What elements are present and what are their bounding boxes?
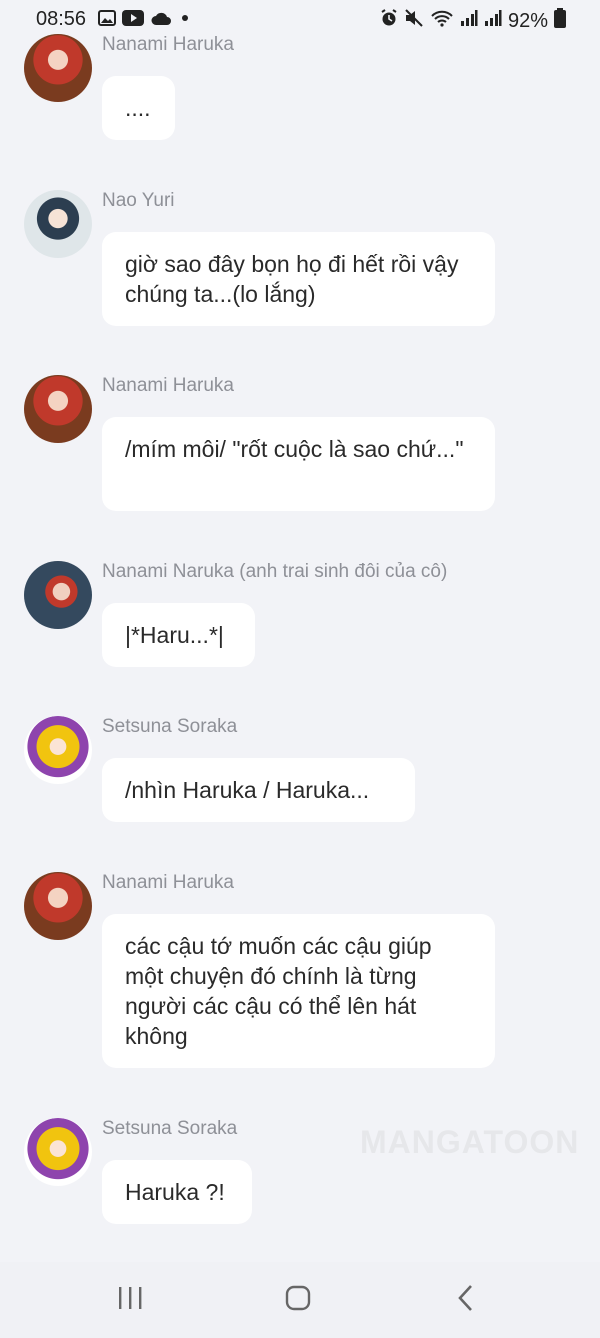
avatar[interactable]: [24, 716, 92, 784]
sender-name: Nanami Naruka (anh trai sinh đôi của cô): [102, 561, 448, 582]
recent-apps-icon: [116, 1285, 144, 1316]
sender-name: Nao Yuri: [102, 190, 175, 211]
battery-percentage: 92%: [507, 9, 548, 32]
sender-name: Setsuna Soraka: [102, 1118, 238, 1139]
system-status: 92%: [380, 8, 566, 34]
message-bubble[interactable]: |*Haru...*|: [102, 603, 255, 667]
notification-icons: [98, 10, 192, 31]
message-bubble[interactable]: Haruka ?!: [102, 1160, 252, 1224]
home-icon: [284, 1284, 312, 1317]
battery-icon: [554, 8, 566, 34]
message-bubble[interactable]: giờ sao đây bọn họ đi hết rồi vậy chúng …: [102, 232, 495, 326]
watermark-logo: MANGATOON: [360, 1124, 580, 1160]
back-button[interactable]: [446, 1282, 486, 1318]
signal-icon: [484, 9, 502, 33]
sender-name: Nanami Haruka: [102, 872, 234, 893]
message-bubble[interactable]: /nhìn Haruka / Haruka...: [102, 758, 415, 822]
sender-name: Nanami Haruka: [102, 34, 234, 55]
sender-name: Nanami Haruka: [102, 375, 234, 396]
cloud-icon: [150, 10, 172, 31]
avatar[interactable]: [24, 561, 92, 629]
sender-name: Setsuna Soraka: [102, 716, 238, 737]
wifi-icon: [430, 9, 454, 33]
avatar[interactable]: [24, 872, 92, 940]
avatar[interactable]: [24, 34, 92, 102]
recent-apps-button[interactable]: [110, 1282, 150, 1318]
signal-icon: [460, 9, 478, 33]
navigation-bar: [0, 1262, 600, 1338]
message-bubble[interactable]: ....: [102, 76, 175, 140]
message-bubble[interactable]: /mím môi/ "rốt cuộc là sao chứ...": [102, 417, 495, 511]
status-time: 08:56: [36, 8, 87, 30]
avatar[interactable]: [24, 1118, 92, 1186]
back-icon: [456, 1284, 476, 1317]
avatar[interactable]: [24, 190, 92, 258]
dot-icon: [178, 10, 192, 31]
home-button[interactable]: [278, 1282, 318, 1318]
alarm-icon: [380, 9, 398, 33]
status-bar: 08:56 92%: [0, 0, 600, 40]
message-bubble[interactable]: các cậu tớ muốn các cậu giúp một chuyện …: [102, 914, 495, 1068]
image-icon: [98, 10, 116, 31]
mute-icon: [404, 9, 424, 33]
youtube-icon: [122, 10, 144, 31]
avatar[interactable]: [24, 375, 92, 443]
